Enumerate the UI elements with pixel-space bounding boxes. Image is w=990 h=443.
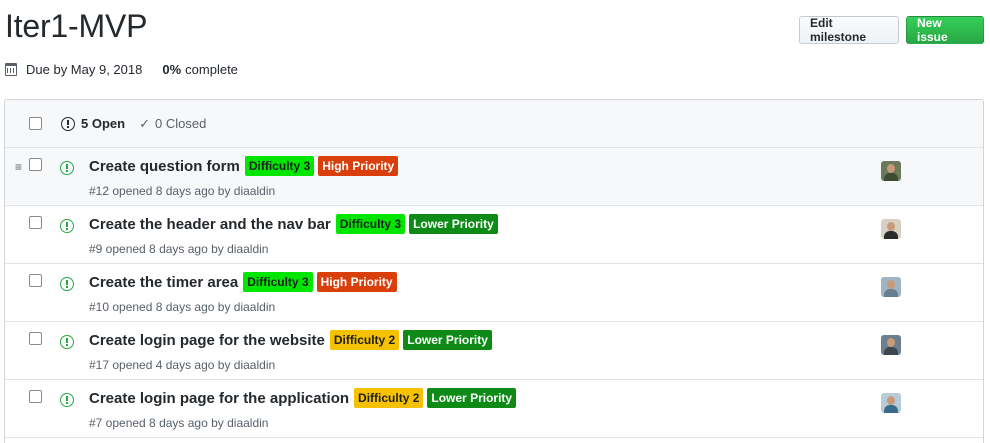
issue-label[interactable]: Lower Priority <box>403 330 492 350</box>
issue-label[interactable]: Difficulty 2 <box>329 330 400 350</box>
avatar-head <box>887 164 895 173</box>
avatar-head <box>887 222 895 231</box>
milestone-title: Iter1-MVP <box>5 8 148 44</box>
progress-label: complete <box>185 62 238 77</box>
issue-title-line: Create question form Difficulty 3 High Pri… <box>89 156 402 176</box>
open-issues-tab[interactable]: 5 Open <box>61 116 125 131</box>
issue-checkbox[interactable] <box>29 158 42 171</box>
issue-label[interactable]: High Priority <box>316 272 397 292</box>
check-icon: ✓ <box>139 115 150 131</box>
avatar-body <box>884 173 898 181</box>
issue-title-line: Create the timer area Difficulty 3 High Pr… <box>89 272 401 292</box>
issue-label[interactable]: Difficulty 3 <box>244 156 315 176</box>
issue-row[interactable]: Create the header and the nav bar Difficu… <box>5 206 983 264</box>
progress-percent: 0% <box>162 62 182 77</box>
issue-meta: #9 opened 8 days ago by diaaldin <box>89 242 269 256</box>
assignee-avatar[interactable] <box>881 393 901 413</box>
issue-label[interactable]: Difficulty 3 <box>335 214 406 234</box>
issue-row[interactable]: Create login page for the website Difficu… <box>5 322 983 380</box>
issues-list: 5 Open ✓ 0 Closed ≡ Create question form D… <box>4 99 984 443</box>
issue-row[interactable]: ≡ Create question form Difficulty 3 High Pr… <box>5 148 983 206</box>
issue-checkbox[interactable] <box>29 274 42 287</box>
avatar-body <box>884 347 898 355</box>
issue-title-link[interactable]: Create login page for the application <box>89 390 349 407</box>
assignee-avatar[interactable] <box>881 277 901 297</box>
issue-row[interactable]: Create login page for the application Dif… <box>5 380 983 438</box>
edit-milestone-button[interactable]: Edit milestone <box>799 16 899 44</box>
avatar-body <box>884 231 898 239</box>
issue-opened-icon <box>60 393 74 407</box>
issue-label[interactable]: Lower Priority <box>427 388 517 408</box>
issue-opened-icon <box>60 161 74 175</box>
issue-meta: #17 opened 4 days ago by diaaldin <box>89 358 276 372</box>
issue-opened-icon <box>60 219 74 233</box>
issue-checkbox[interactable] <box>29 216 42 229</box>
assignee-avatar[interactable] <box>881 161 901 181</box>
issue-opened-icon <box>60 277 74 291</box>
issues-list-header: 5 Open ✓ 0 Closed <box>5 100 983 148</box>
calendar-icon <box>5 63 17 76</box>
closed-issues-tab[interactable]: ✓ 0 Closed <box>139 116 206 132</box>
issue-checkbox[interactable] <box>29 332 42 345</box>
issue-title-line: Create the header and the nav bar Difficu… <box>89 214 502 234</box>
issue-checkbox[interactable] <box>29 390 42 403</box>
issue-title-link[interactable]: Create question form <box>89 158 240 175</box>
avatar-head <box>887 280 895 289</box>
avatar-body <box>884 405 898 413</box>
issue-label[interactable]: Difficulty 3 <box>243 272 313 292</box>
avatar-body <box>884 289 898 297</box>
drag-handle-icon[interactable]: ≡ <box>15 161 22 173</box>
closed-issues-label: 0 Closed <box>154 116 207 131</box>
issue-title-link[interactable]: Create the header and the nav bar <box>89 216 331 233</box>
issue-label[interactable]: Difficulty 2 <box>354 388 424 408</box>
issue-row[interactable]: Create the timer area Difficulty 3 High Pr… <box>5 264 983 322</box>
issue-title-link[interactable]: Create login page for the website <box>89 332 325 349</box>
new-issue-button[interactable]: New issue <box>906 16 984 44</box>
issue-title-line: Create login page for the website Difficu… <box>89 330 496 350</box>
issue-opened-icon <box>60 335 74 349</box>
issue-meta: #10 opened 8 days ago by diaaldin <box>89 300 276 314</box>
issue-meta: #12 opened 8 days ago by diaaldin <box>89 184 276 198</box>
avatar-head <box>887 338 895 347</box>
issue-label[interactable]: High Priority <box>318 156 399 176</box>
issue-opened-icon <box>61 116 75 131</box>
assignee-avatar[interactable] <box>881 335 901 355</box>
issue-title-line: Create login page for the application Dif… <box>89 388 520 408</box>
assignee-avatar[interactable] <box>881 219 901 239</box>
issue-label[interactable]: Lower Priority <box>409 214 498 234</box>
issue-title-link[interactable]: Create the timer area <box>89 274 238 291</box>
issue-rows: ≡ Create question form Difficulty 3 High Pr… <box>5 148 983 438</box>
due-date: Due by May 9, 2018 <box>26 62 143 77</box>
milestone-meta: Due by May 9, 2018 0% complete <box>5 62 238 77</box>
issue-meta: #7 opened 8 days ago by diaaldin <box>89 416 269 430</box>
avatar-head <box>887 396 895 405</box>
select-all-checkbox[interactable] <box>29 117 42 130</box>
open-issues-label: 5 Open <box>81 116 126 131</box>
